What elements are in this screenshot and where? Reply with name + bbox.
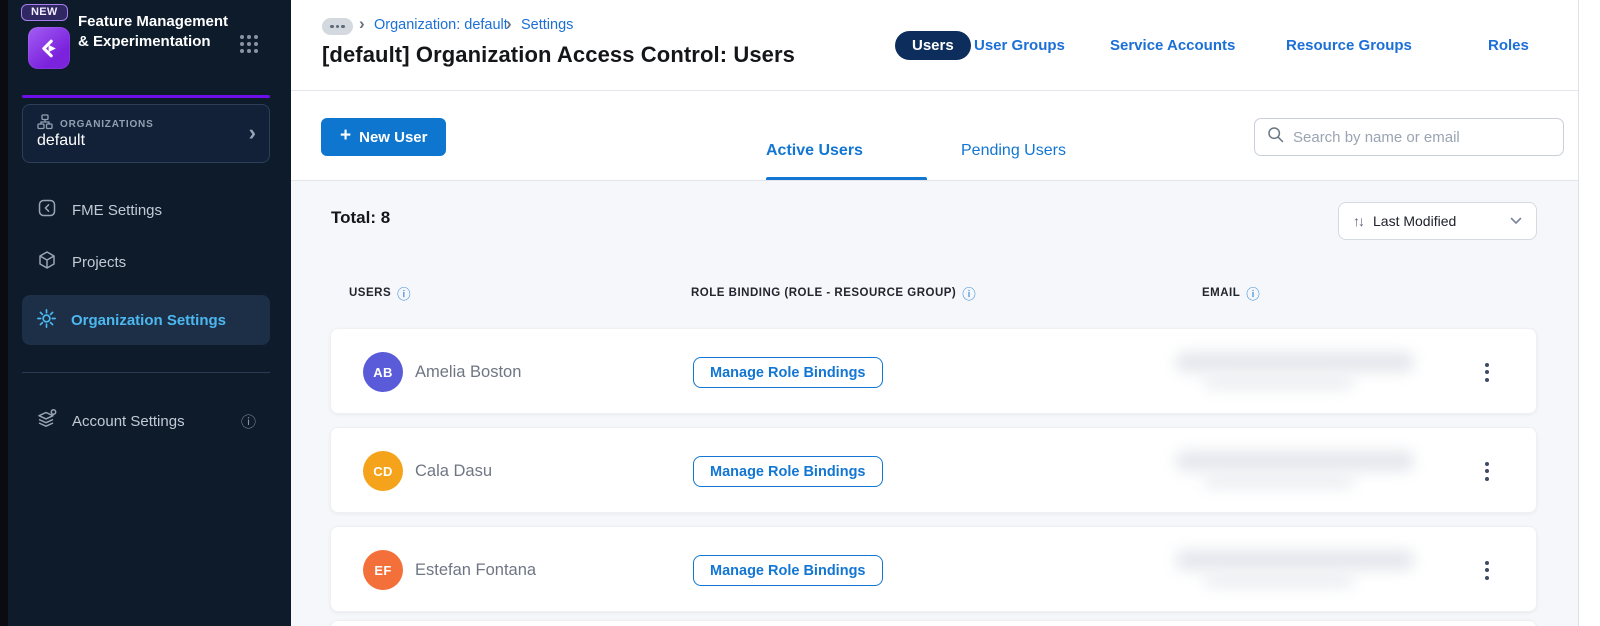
column-header-users: USERS ⓘ [349,283,411,303]
table-row-partial [330,620,1537,626]
kebab-menu-icon[interactable] [1478,456,1496,486]
sidebar-item-label: Projects [72,253,127,271]
sidebar-item-fme-settings[interactable]: FME Settings [22,192,270,228]
info-icon[interactable]: ⓘ [397,283,411,303]
manage-role-bindings-button[interactable]: Manage Role Bindings [693,456,883,487]
tab-user-groups[interactable]: User Groups [974,37,1065,54]
new-user-button[interactable]: + New User [321,118,447,156]
sidebar-item-account-settings[interactable]: Account Settings ⓘ [22,403,270,439]
tab-service-accounts[interactable]: Service Accounts [1110,37,1235,54]
manage-role-bindings-button[interactable]: Manage Role Bindings [693,357,883,388]
page-header: › Organization: default › Settings [defa… [291,0,1578,91]
avatar: AB [363,352,403,392]
app-title: Feature Management & Experimentation [78,13,229,50]
search-icon [1267,126,1284,148]
app-window: NEW Feature Management & Experimentation [0,0,1600,626]
table-row: AB Amelia Boston Manage Role Bindings [330,328,1537,414]
email-redacted [1176,544,1431,596]
sidebar-item-label: Account Settings [72,412,185,430]
search-input[interactable] [1293,128,1551,146]
organization-selector[interactable]: ORGANIZATIONS default › [22,104,270,163]
column-header-email: EMAIL ⓘ [1202,283,1260,303]
tab-pending-users[interactable]: Pending Users [961,142,1066,160]
sidebar-item-label: FME Settings [72,201,163,219]
cube-icon [36,249,58,275]
sidebar-item-projects[interactable]: Projects [22,244,270,280]
total-count: Total: 8 [331,208,391,227]
fme-settings-icon [36,197,58,223]
user-name: Estefan Fontana [415,560,537,579]
kebab-menu-icon[interactable] [1478,555,1496,585]
sort-dropdown-value: Last Modified [1373,213,1457,229]
screen-edge [0,0,8,626]
toolbar: + New User Active Users Pending Users [291,91,1578,181]
active-tab-underline [766,177,927,180]
sidebar-item-organization-settings[interactable]: Organization Settings [22,295,270,345]
org-selector-label: ORGANIZATIONS [60,119,154,130]
manage-role-bindings-button[interactable]: Manage Role Bindings [693,555,883,586]
table-row: CD Cala Dasu Manage Role Bindings [330,427,1537,513]
user-name: Amelia Boston [415,362,522,381]
breadcrumb-settings-link[interactable]: Settings [521,17,573,33]
email-redacted [1176,445,1431,497]
sidebar: NEW Feature Management & Experimentation [8,0,291,626]
table-row: EF Estefan Fontana Manage Role Bindings [330,526,1537,612]
breadcrumb-ellipsis[interactable] [322,18,353,35]
org-selector-value: default [37,132,86,149]
info-icon[interactable]: ⓘ [962,283,976,303]
app-switcher-grid-icon[interactable] [238,33,260,55]
sort-arrows-icon: ↑↓ [1353,213,1365,229]
sort-dropdown[interactable]: ↑↓ Last Modified [1338,202,1537,240]
chevron-right-icon: › [359,14,365,33]
scrollbar-gutter [1578,0,1600,626]
sidebar-divider [22,372,270,373]
brand-divider [22,95,270,98]
chevron-down-icon [1510,212,1522,230]
user-name: Cala Dasu [415,461,493,480]
tab-roles[interactable]: Roles [1488,37,1529,54]
column-header-role-binding: ROLE BINDING (ROLE - RESOURCE GROUP) ⓘ [691,283,976,303]
tab-active-users[interactable]: Active Users [766,142,863,160]
info-icon[interactable]: ⓘ [1246,283,1260,303]
tab-resource-groups[interactable]: Resource Groups [1286,37,1412,54]
tab-users[interactable]: Users [895,31,971,60]
gear-icon [36,308,57,333]
breadcrumb-org-link[interactable]: Organization: default [374,17,508,33]
avatar: EF [363,550,403,590]
users-list-panel: Total: 8 ↑↓ Last Modified USERS ⓘ ROLE BI… [291,181,1578,626]
layers-gear-icon [36,408,58,434]
kebab-menu-icon[interactable] [1478,357,1496,387]
sidebar-item-label: Organization Settings [71,311,227,329]
app-logo-icon [28,27,70,69]
chevron-right-icon: › [506,14,512,33]
chevron-right-icon: › [248,120,256,145]
new-badge: NEW [21,4,68,21]
search-box [1254,118,1564,156]
email-redacted [1176,346,1431,398]
info-icon[interactable]: ⓘ [241,411,256,432]
avatar: CD [363,451,403,491]
main-content: › Organization: default › Settings [defa… [291,0,1578,626]
page-title: [default] Organization Access Control: U… [322,42,795,67]
plus-icon: + [340,125,352,146]
